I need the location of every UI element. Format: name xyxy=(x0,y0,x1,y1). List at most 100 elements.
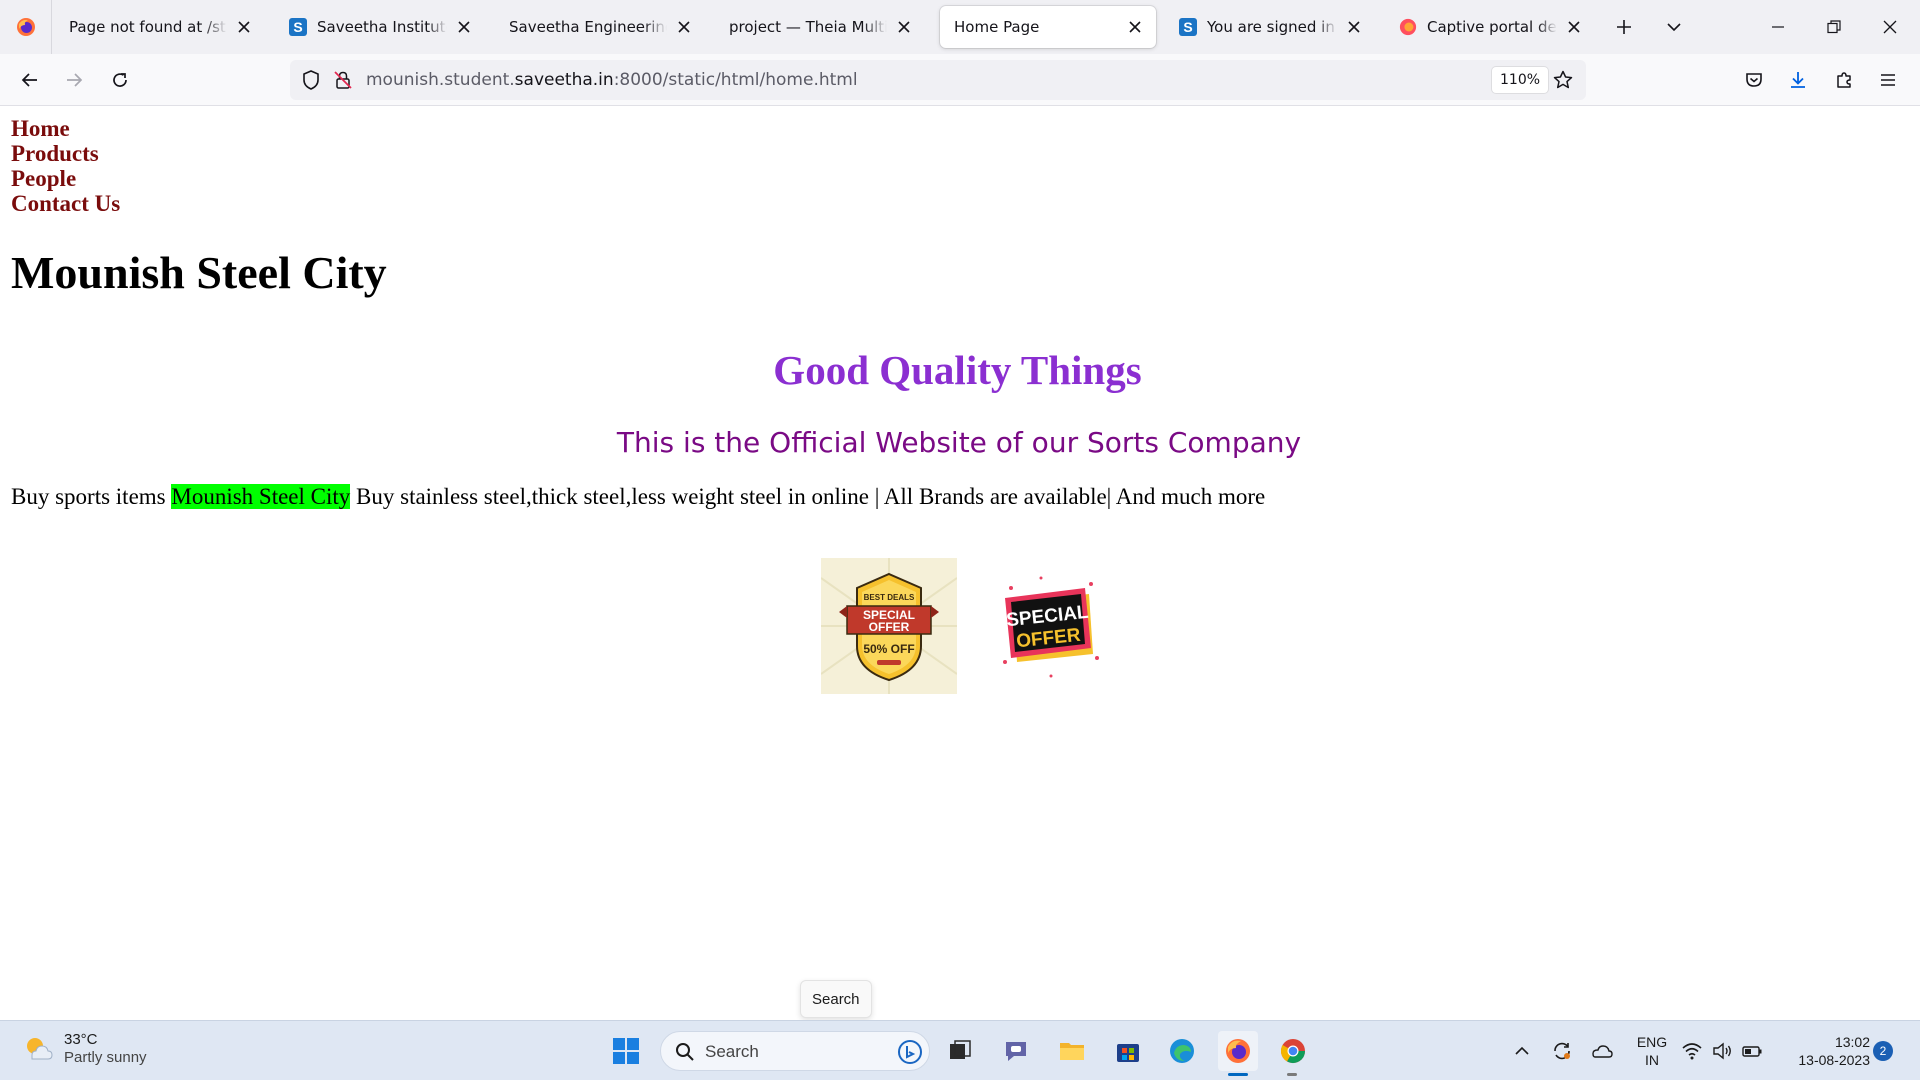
forward-button[interactable] xyxy=(58,64,90,96)
bing-chat-icon[interactable] xyxy=(897,1039,923,1065)
back-button[interactable] xyxy=(14,64,46,96)
site-title: Mounish Steel City xyxy=(11,247,387,298)
sync-tray-button[interactable] xyxy=(1542,1031,1582,1071)
tab-title: Saveetha Engineering Colle xyxy=(509,18,667,36)
tab-captive-portal[interactable]: Captive portal detecti xyxy=(1385,6,1595,48)
weather-temperature: 33°C xyxy=(64,1031,98,1048)
shield-icon[interactable] xyxy=(300,69,322,95)
hamburger-menu-icon xyxy=(1881,74,1895,86)
address-bar[interactable]: mounish.student.saveetha.in:8000/static/… xyxy=(290,60,1586,100)
close-icon[interactable] xyxy=(1563,16,1585,38)
bookmark-star-icon[interactable] xyxy=(1552,69,1574,95)
nav-link-products[interactable]: Products xyxy=(11,141,120,166)
minimize-button[interactable] xyxy=(1750,0,1806,54)
close-window-button[interactable] xyxy=(1862,0,1918,54)
app-menu-button[interactable] xyxy=(1872,64,1904,96)
tab-signed-in[interactable]: S You are signed in as 22 xyxy=(1165,6,1375,48)
url-domain: saveetha.in xyxy=(514,70,614,90)
url-path: :8000/static/html/home.html xyxy=(613,70,858,90)
clock[interactable]: 13:02 13-08-2023 xyxy=(1780,1033,1870,1069)
close-icon[interactable] xyxy=(673,16,695,38)
firefox-view-button[interactable] xyxy=(0,0,52,54)
nav-link-people[interactable]: People xyxy=(11,166,120,191)
nav-link-home[interactable]: Home xyxy=(11,116,120,141)
tab-home-page[interactable]: Home Page xyxy=(940,6,1156,48)
restore-button[interactable] xyxy=(1806,0,1862,54)
tab-title: Captive portal detecti xyxy=(1427,18,1557,36)
tab-title: project — Theia Multi-Lang xyxy=(729,18,887,36)
microsoft-store-button[interactable] xyxy=(1108,1031,1148,1071)
network-volume-battery-group[interactable] xyxy=(1676,1031,1768,1071)
tab-title: Home Page xyxy=(954,18,1040,36)
pocket-button[interactable] xyxy=(1738,64,1770,96)
search-icon xyxy=(676,1043,694,1061)
url-text[interactable]: mounish.student.saveetha.in:8000/static/… xyxy=(366,70,858,90)
special-offer-50-off-image: BEST DEALS SPECIAL OFFER 50% OFF xyxy=(821,558,957,694)
download-icon xyxy=(1791,72,1805,88)
tab-theia-project[interactable]: project — Theia Multi-Lang xyxy=(715,6,925,48)
offer-images: BEST DEALS SPECIAL OFFER 50% OFF SPECIAL… xyxy=(821,558,1117,694)
folder-icon xyxy=(1060,1043,1084,1060)
chat-icon xyxy=(1006,1042,1026,1061)
close-icon[interactable] xyxy=(1124,16,1146,38)
clock-time: 13:02 xyxy=(1834,1034,1870,1050)
tab-saveetha-institute[interactable]: S Saveetha Institute of M xyxy=(275,6,485,48)
active-app-indicator xyxy=(1228,1073,1248,1076)
onedrive-tray-button[interactable] xyxy=(1582,1031,1622,1071)
battery-icon xyxy=(1742,1046,1762,1057)
chrome-icon xyxy=(1280,1039,1305,1064)
taskbar-search-box[interactable]: Search xyxy=(660,1031,930,1071)
restore-icon xyxy=(1827,20,1841,34)
store-icon xyxy=(1117,1044,1139,1062)
tab-bar: Page not found at /static/h S Saveetha I… xyxy=(0,0,1920,54)
firefox-taskbar-button[interactable] xyxy=(1218,1031,1258,1071)
special-offer-image: SPECIAL OFFER xyxy=(981,558,1117,694)
file-explorer-button[interactable] xyxy=(1052,1031,1092,1071)
close-icon[interactable] xyxy=(893,16,915,38)
zoom-level-badge[interactable]: 110% xyxy=(1492,67,1549,93)
nav-link-contact-us[interactable]: Contact Us xyxy=(11,191,120,216)
puzzle-icon xyxy=(1837,72,1851,88)
windows-start-icon xyxy=(613,1038,639,1064)
pocket-icon xyxy=(1746,73,1762,87)
new-tab-button[interactable] xyxy=(1610,13,1638,41)
tagline: Good Quality Things xyxy=(773,347,1142,393)
close-icon xyxy=(1883,20,1897,34)
cloud-icon xyxy=(1592,1045,1613,1058)
subtitle: This is the Official Website of our Sort… xyxy=(616,426,1302,459)
start-button[interactable] xyxy=(606,1031,646,1071)
notification-count-badge[interactable]: 2 xyxy=(1873,1041,1893,1061)
edge-button[interactable] xyxy=(1162,1031,1202,1071)
offer1-line4: 50% OFF xyxy=(863,642,914,656)
teams-chat-button[interactable] xyxy=(996,1031,1036,1071)
insecure-lock-icon[interactable] xyxy=(332,69,354,95)
close-icon[interactable] xyxy=(233,16,255,38)
arrow-left-icon xyxy=(21,73,37,87)
edge-icon xyxy=(1170,1039,1194,1063)
reload-button[interactable] xyxy=(104,64,136,96)
paragraph-text-after: Buy stainless steel,thick steel,less wei… xyxy=(350,484,1266,509)
saveetha-s-icon: S xyxy=(289,18,307,36)
close-icon[interactable] xyxy=(453,16,475,38)
tab-page-not-found[interactable]: Page not found at /static/h xyxy=(55,6,265,48)
language-line2: IN xyxy=(1645,1052,1659,1068)
close-icon[interactable] xyxy=(1343,16,1365,38)
sync-icon xyxy=(1554,1042,1570,1060)
extensions-button[interactable] xyxy=(1828,64,1860,96)
task-view-button[interactable] xyxy=(940,1031,980,1071)
downloads-button[interactable] xyxy=(1782,64,1814,96)
tab-saveetha-engineering[interactable]: Saveetha Engineering Colle xyxy=(495,6,705,48)
chrome-button[interactable] xyxy=(1273,1031,1313,1071)
minimize-icon xyxy=(1772,26,1784,28)
taskbar-search-label: Search xyxy=(705,1042,759,1061)
language-indicator[interactable]: ENG IN xyxy=(1628,1033,1676,1069)
weather-widget[interactable]: 33°C Partly sunny xyxy=(22,1031,147,1067)
running-app-indicator xyxy=(1287,1073,1297,1076)
plus-icon xyxy=(1617,20,1631,34)
list-all-tabs-button[interactable] xyxy=(1660,13,1688,41)
navigation-toolbar: mounish.student.saveetha.in:8000/static/… xyxy=(0,54,1920,106)
offer1-line3: OFFER xyxy=(869,620,910,634)
show-hidden-icons-button[interactable] xyxy=(1502,1031,1542,1071)
site-navigation: Home Products People Contact Us xyxy=(11,116,120,216)
firefox-icon xyxy=(16,18,35,36)
